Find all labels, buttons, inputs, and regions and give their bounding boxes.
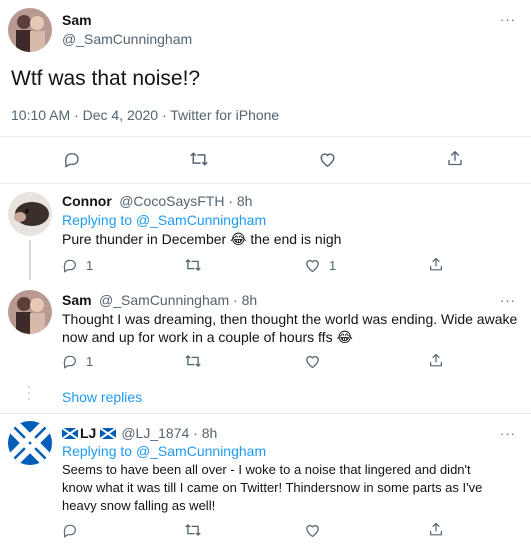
scotland-flag-icon [100,427,117,439]
reply-author-handle[interactable]: @LJ_1874 · 8h [121,425,217,441]
divider [0,136,531,137]
reply-text-line: Thought I was dreaming, then thought the… [62,311,518,327]
like-icon[interactable] [304,353,321,369]
reply-header: Sam @_SamCunningham · 8h [62,292,257,310]
replying-to: Replying to @_SamCunningham [62,212,266,228]
thread-dots [28,386,31,402]
reply-author-name[interactable]: Connor [62,193,112,209]
replying-prefix: Replying to [62,443,136,459]
replying-handle-link[interactable]: @_SamCunningham [136,443,266,459]
reply-text-line: now and up for work in a couple of hours… [62,329,353,345]
more-icon[interactable]: ··· [500,293,516,308]
reply-text-line: know what it was till I came on Twitter!… [62,480,483,495]
more-icon[interactable]: ··· [500,426,516,441]
reply-author-name[interactable]: Sam [62,292,92,308]
replying-prefix: Replying to [62,212,136,228]
tweet-meta: 10:10 AM · Dec 4, 2020 · Twitter for iPh… [11,107,280,123]
reply-header: LJ @LJ_1874 · 8h [62,425,217,441]
divider [0,183,531,184]
like-icon[interactable] [304,522,321,538]
divider [0,413,531,414]
avatar-sam[interactable] [8,290,52,334]
like-icon[interactable] [304,257,321,273]
like-action[interactable]: 1 [304,257,336,273]
reply-text: Pure thunder in December 😂 the end is ni… [62,231,342,247]
replying-handle-link[interactable]: @_SamCunningham [136,212,266,228]
main-author-name[interactable]: Sam [62,12,92,28]
share-icon[interactable] [446,149,464,168]
main-author-handle[interactable]: @_SamCunningham [62,31,192,47]
avatar-sam[interactable] [8,8,52,52]
share-icon[interactable] [428,521,444,538]
reply-header: Connor @CocoSaysFTH · 8h [62,193,252,211]
reply-author-handle[interactable]: @_SamCunningham · 8h [99,292,257,308]
share-icon[interactable] [428,256,444,273]
like-icon[interactable] [318,150,337,168]
reply-action[interactable]: 1 [62,257,93,273]
reply-icon[interactable] [63,150,81,168]
thread-line [29,240,31,280]
retweet-icon[interactable] [184,257,202,273]
reply-count: 1 [86,257,94,273]
main-tweet-text: Wtf was that noise!? [11,67,201,90]
reply-text-line: heavy snow falling as well! [62,498,216,513]
avatar-connor[interactable] [8,192,52,236]
reply-icon[interactable] [62,353,78,369]
reply-author-name[interactable]: LJ [80,425,96,441]
avatar-lj[interactable] [8,421,52,465]
replying-to: Replying to @_SamCunningham [62,443,266,459]
like-count: 1 [329,257,337,273]
show-replies-link[interactable]: Show replies [62,389,142,405]
reply-text-line: Seems to have been all over - I woke to … [62,462,471,477]
more-icon[interactable]: ··· [500,12,516,27]
retweet-icon[interactable] [189,150,209,168]
retweet-icon[interactable] [184,353,202,369]
reply-icon[interactable] [62,522,78,538]
reply-action[interactable]: 1 [62,353,93,369]
share-icon[interactable] [428,352,444,369]
scotland-flag-icon [62,427,78,439]
reply-count: 1 [86,353,94,369]
reply-author-handle[interactable]: @CocoSaysFTH · 8h [119,193,252,209]
retweet-icon[interactable] [184,522,202,538]
reply-icon[interactable] [62,257,78,273]
